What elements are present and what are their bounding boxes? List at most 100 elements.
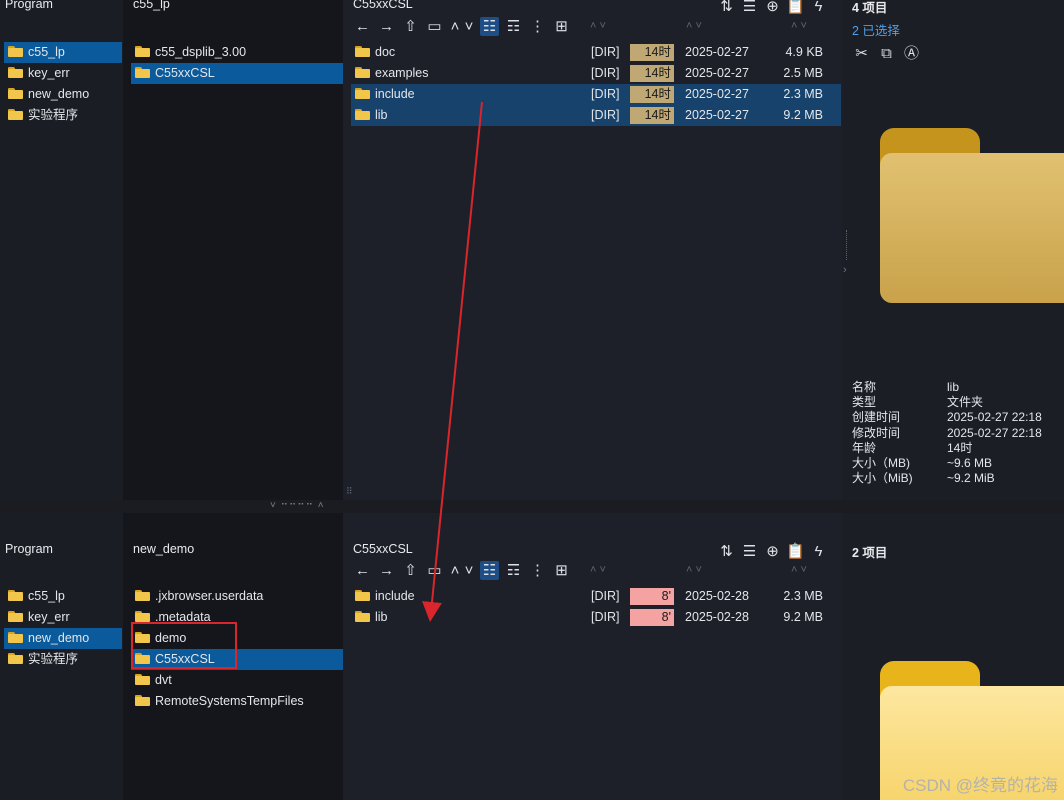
filter-list-icon[interactable]: ☰ bbox=[740, 0, 759, 16]
toolbar: ← → ⇧ ▭ ˄ ˅ ☷ ☶ ⋮ ⊞ bbox=[353, 17, 576, 37]
flash-icon[interactable]: ϟ bbox=[809, 542, 828, 561]
folder-item[interactable]: RemoteSystemsTempFiles bbox=[131, 691, 343, 712]
file-date: 2025-02-27 bbox=[685, 108, 749, 122]
list-view-icon[interactable]: ☷ bbox=[480, 561, 499, 580]
flash-icon[interactable]: ϟ bbox=[809, 0, 828, 16]
copy-icon[interactable]: ⧉ bbox=[877, 44, 896, 63]
toolbar: ← → ⇧ ▭ ˄ ˅ ☷ ☶ ⋮ ⊞ bbox=[353, 561, 576, 581]
file-age-badge: 14时 bbox=[630, 44, 674, 61]
file-size: 2.5 MB bbox=[783, 66, 823, 80]
folder-item[interactable]: new_demo bbox=[4, 628, 122, 649]
sort-chevrons-icon[interactable]: ˄ ˅ bbox=[791, 564, 807, 576]
toolbar-tools: ⇅ ☰ ⊕ 📋 ϟ bbox=[717, 542, 832, 561]
chevron-up-icon[interactable]: ˄ bbox=[449, 17, 461, 36]
selected-count: 2 已选择 bbox=[852, 24, 900, 38]
property-key: 创建时间 bbox=[852, 410, 901, 425]
file-row[interactable]: include [DIR] 14时 2025-02-27 2.3 MB bbox=[351, 84, 841, 105]
cut-icon[interactable]: ✂ bbox=[852, 44, 871, 63]
paste-icon[interactable]: 📋 bbox=[786, 0, 805, 16]
resize-grip-icon[interactable]: ⠿ bbox=[346, 486, 353, 497]
pane-splitter[interactable]: ˅ ⠒⠒⠒⠒ ˄ bbox=[0, 500, 1064, 513]
file-size: 2.3 MB bbox=[783, 589, 823, 603]
tree-view-icon[interactable]: ⋮ bbox=[528, 17, 547, 36]
folder-item[interactable]: c55_lp bbox=[4, 42, 122, 63]
file-row[interactable]: include [DIR] 8' 2025-02-28 2.3 MB bbox=[351, 586, 841, 607]
property-key: 年龄 bbox=[852, 440, 877, 455]
grid-view-icon[interactable]: ⊞ bbox=[552, 17, 571, 36]
file-type: [DIR] bbox=[591, 87, 620, 101]
sort-chevrons-icon[interactable]: ˄ ˅ bbox=[791, 20, 807, 32]
sort-chevrons-icon[interactable]: ˄ ˅ bbox=[686, 564, 702, 576]
chevron-right-icon[interactable]: › bbox=[843, 264, 847, 276]
folder-item[interactable]: 实验程序 bbox=[4, 105, 122, 126]
folder-label: C55xxCSL bbox=[155, 66, 215, 80]
top-places-column: Program c55_lp key_err new_demo 实验程序 bbox=[0, 0, 123, 500]
file-age: 14时 bbox=[644, 66, 671, 80]
folder-item[interactable]: new_demo bbox=[4, 84, 122, 105]
forward-icon[interactable]: → bbox=[377, 561, 396, 580]
folder-label: c55_dsplib_3.00 bbox=[155, 45, 247, 59]
add-icon[interactable]: ⊕ bbox=[763, 0, 782, 16]
sort-icon[interactable]: ⇅ bbox=[717, 542, 736, 561]
rename-icon[interactable]: Ⓐ bbox=[902, 44, 921, 63]
folder-item[interactable]: c55_lp bbox=[4, 586, 122, 607]
property-value: lib bbox=[947, 380, 960, 394]
grid-view-icon[interactable]: ⊞ bbox=[552, 561, 571, 580]
file-row[interactable]: doc [DIR] 14时 2025-02-27 4.9 KB bbox=[351, 42, 841, 63]
file-age-badge: 14时 bbox=[630, 107, 674, 124]
splitter-handle-icon[interactable]: ˅ ⠒⠒⠒⠒ ˄ bbox=[270, 500, 325, 511]
add-icon[interactable]: ⊕ bbox=[763, 542, 782, 561]
sort-icon[interactable]: ⇅ bbox=[717, 0, 736, 16]
chevron-down-icon[interactable]: ˅ bbox=[463, 561, 475, 580]
detail-view-icon[interactable]: ☶ bbox=[504, 561, 523, 580]
folder-icon bbox=[355, 46, 370, 57]
property-key: 名称 bbox=[852, 380, 877, 394]
tree-view-icon[interactable]: ⋮ bbox=[528, 561, 547, 580]
folder-item[interactable]: C55xxCSL bbox=[131, 63, 343, 84]
file-row[interactable]: lib [DIR] 14时 2025-02-27 9.2 MB bbox=[351, 105, 841, 126]
file-date: 2025-02-28 bbox=[685, 610, 749, 624]
forward-icon[interactable]: → bbox=[377, 17, 396, 36]
detail-view-icon[interactable]: ☶ bbox=[504, 17, 523, 36]
file-age-badge: 8' bbox=[630, 609, 674, 626]
folder-icon bbox=[135, 67, 150, 78]
sort-chevrons-icon[interactable]: ˄ ˅ bbox=[590, 20, 606, 32]
up-icon[interactable]: ⇧ bbox=[401, 17, 420, 36]
back-icon[interactable]: ← bbox=[353, 17, 372, 36]
sort-chevrons-icon[interactable]: ˄ ˅ bbox=[590, 564, 606, 576]
folder-icon bbox=[8, 109, 23, 120]
top-preview-pane: 4 项目 2 已选择 ✂ ⧉ Ⓐ › 名称 lib 类型 文件夹 创建时间 2025-02-2… bbox=[842, 0, 1064, 500]
chevron-down-icon[interactable]: ˅ bbox=[463, 17, 475, 36]
folder-item[interactable]: 实验程序 bbox=[4, 649, 122, 670]
folder-label: new_demo bbox=[28, 87, 90, 101]
folder-label: key_err bbox=[28, 66, 70, 80]
folder-label: RemoteSystemsTempFiles bbox=[155, 694, 304, 708]
file-name: lib bbox=[375, 610, 388, 624]
folder-item[interactable]: .jxbrowser.userdata bbox=[131, 586, 343, 607]
pane-grip[interactable] bbox=[846, 230, 850, 260]
property-value: ~9.6 MB bbox=[947, 456, 993, 471]
list-view-icon[interactable]: ☷ bbox=[480, 17, 499, 36]
sort-chevrons-icon[interactable]: ˄ ˅ bbox=[686, 20, 702, 32]
folder-item[interactable]: key_err bbox=[4, 63, 122, 84]
back-icon[interactable]: ← bbox=[353, 561, 372, 580]
folder-icon bbox=[135, 46, 150, 57]
file-row[interactable]: examples [DIR] 14时 2025-02-27 2.5 MB bbox=[351, 63, 841, 84]
new-folder-icon[interactable]: ▭ bbox=[425, 561, 444, 580]
up-icon[interactable]: ⇧ bbox=[401, 561, 420, 580]
folder-item[interactable]: c55_dsplib_3.00 bbox=[131, 42, 343, 63]
column-header: Program bbox=[5, 542, 53, 556]
folder-label: key_err bbox=[28, 610, 70, 624]
new-folder-icon[interactable]: ▭ bbox=[425, 17, 444, 36]
folder-item[interactable]: key_err bbox=[4, 607, 122, 628]
folder-icon bbox=[8, 88, 23, 99]
filter-list-icon[interactable]: ☰ bbox=[740, 542, 759, 561]
column-header: C55xxCSL bbox=[353, 542, 413, 556]
chevron-up-icon[interactable]: ˄ bbox=[449, 561, 461, 580]
file-row[interactable]: lib [DIR] 8' 2025-02-28 9.2 MB bbox=[351, 607, 841, 628]
bottom-places-column: Program c55_lp key_err new_demo 实验程序 bbox=[0, 513, 123, 800]
paste-icon[interactable]: 📋 bbox=[786, 542, 805, 561]
file-type: [DIR] bbox=[591, 45, 620, 59]
action-bar: ✂ ⧉ Ⓐ bbox=[852, 44, 927, 63]
folder-item[interactable]: dvt bbox=[131, 670, 343, 691]
